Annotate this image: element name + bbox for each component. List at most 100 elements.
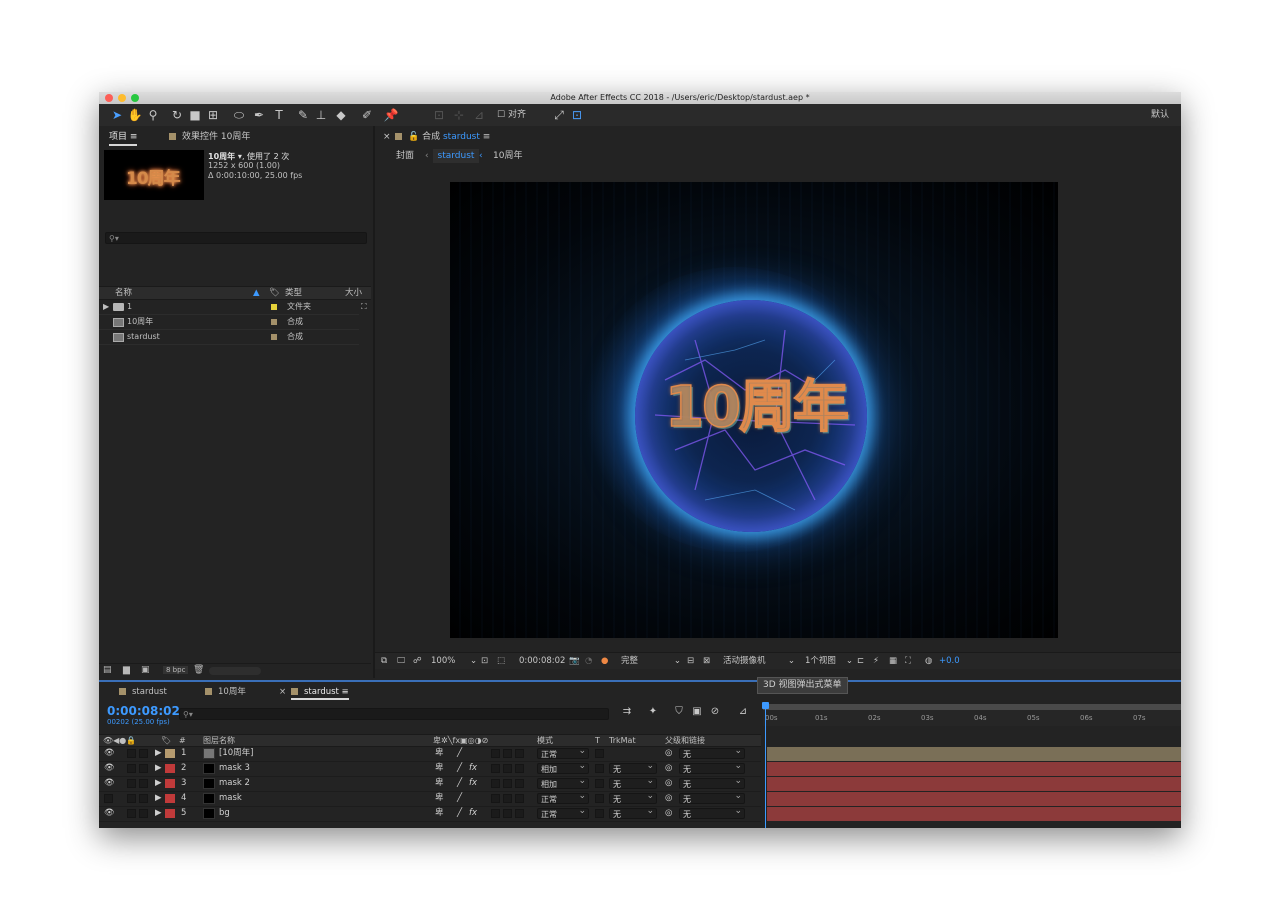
views-dropdown[interactable]: 1个视图 ⌄	[805, 653, 853, 669]
layer-label-color[interactable]	[165, 764, 175, 773]
lock-toggle[interactable]	[139, 809, 148, 818]
show-snapshot-icon[interactable]: ◔	[585, 653, 592, 669]
workspace-label[interactable]: 默认	[1151, 107, 1169, 123]
quality-switch-icon[interactable]: ╱	[457, 746, 462, 761]
layer-duration-bar[interactable]	[767, 777, 1181, 791]
layer-label-color[interactable]	[165, 749, 175, 758]
switch-box[interactable]	[503, 749, 512, 758]
switch-box[interactable]	[503, 764, 512, 773]
column-name[interactable]: 名称	[115, 287, 132, 299]
preserve-transparency-toggle[interactable]	[595, 809, 604, 818]
switch-box[interactable]	[491, 779, 500, 788]
label-tag-icon[interactable]: 🏷	[269, 287, 280, 299]
bit-depth-button[interactable]: 8 bpc	[163, 666, 189, 674]
lock-toggle[interactable]	[139, 764, 148, 773]
zoom-tool-icon[interactable]: ⚲	[145, 107, 161, 123]
solo-toggle[interactable]	[127, 764, 136, 773]
label-color-swatch[interactable]	[271, 304, 277, 310]
tab-timeline-stardust-1[interactable]: stardust	[119, 686, 167, 698]
always-preview-icon[interactable]: ⧉	[381, 653, 387, 669]
channel-rgb-icon[interactable]: ●	[601, 653, 608, 669]
layer-row[interactable]: 👁 ▶ 3 mask 2 卑 ╱ fx 相加 无 ◎ 无	[99, 776, 761, 792]
shy-switch-icon[interactable]: 卑	[435, 791, 444, 806]
switch-box[interactable]	[515, 749, 524, 758]
layer-row[interactable]: 👁 ▶ 2 mask 3 卑 ╱ fx 相加 无 ◎ 无	[99, 761, 761, 777]
breadcrumb-cover[interactable]: 封面	[396, 149, 414, 163]
column-type[interactable]: 类型	[285, 287, 302, 299]
clone-stamp-tool-icon[interactable]: ⊥	[313, 107, 329, 123]
project-item-row[interactable]: 10周年 合成	[99, 315, 359, 330]
layer-name[interactable]: mask 2	[219, 776, 250, 791]
layer-name[interactable]: mask	[219, 791, 242, 806]
visibility-eye-icon[interactable]: 👁	[104, 746, 115, 761]
flowchart-icon[interactable]: ⛶	[905, 653, 911, 669]
quality-switch-icon[interactable]: ╱	[457, 791, 462, 806]
expand-arrow-icon[interactable]: ▶	[155, 791, 162, 806]
shy-switch-icon[interactable]: 卑	[435, 776, 444, 791]
visibility-eye-icon[interactable]: 👁	[104, 761, 115, 776]
tab-effect-controls[interactable]: 效果控件 10周年	[169, 130, 250, 144]
layer-row[interactable]: ▶ 4 mask 卑 ╱ 正常 无 ◎ 无	[99, 791, 761, 807]
frame-blending-icon[interactable]: ▣	[689, 704, 705, 720]
layer-name[interactable]: mask 3	[219, 761, 250, 776]
breadcrumb-stardust[interactable]: stardust	[433, 149, 479, 163]
lock-icon[interactable]: 🔓	[408, 132, 419, 142]
layer-name[interactable]: [10周年]	[219, 746, 253, 761]
draft-3d-icon[interactable]: ✦	[645, 704, 661, 720]
comp-flowchart-icon[interactable]: ⇉	[619, 704, 635, 720]
camera-tool-icon[interactable]: ■	[187, 107, 203, 123]
expand-arrow-icon[interactable]: ▶	[155, 806, 162, 821]
shy-switch-icon[interactable]: 卑	[435, 806, 444, 821]
timeline-icon[interactable]: ▦	[889, 653, 897, 669]
time-ruler[interactable]: 00s 01s 02s 03s 04s 05s 06s 07s	[763, 704, 1181, 726]
solo-toggle[interactable]	[127, 749, 136, 758]
solo-toggle[interactable]	[127, 779, 136, 788]
trkmat-dropdown[interactable]: 无	[609, 806, 657, 819]
layer-row[interactable]: 👁 ▶ 5 bg 卑 ╱ fx 正常 无 ◎ 无	[99, 806, 761, 822]
shy-layers-icon[interactable]: ⛉	[671, 704, 687, 720]
preserve-transparency-toggle[interactable]	[595, 779, 604, 788]
fast-previews-icon[interactable]: ⊟	[687, 653, 694, 669]
blend-mode-dropdown[interactable]: 正常	[537, 806, 589, 819]
layer-name[interactable]: bg	[219, 806, 230, 821]
timeline-current-time[interactable]: 0:00:08:02	[107, 704, 180, 718]
layer-label-color[interactable]	[165, 809, 175, 818]
label-color-swatch[interactable]	[271, 334, 277, 340]
switch-box[interactable]	[491, 794, 500, 803]
resolution-dropdown[interactable]: 完整 ⌄	[621, 653, 681, 669]
pickwhip-icon[interactable]: ◎	[665, 746, 672, 761]
snap-options-icon[interactable]: ⊡	[569, 107, 585, 123]
layer-duration-bar[interactable]	[767, 747, 1181, 761]
camera-dropdown[interactable]: 活动摄像机 ⌄	[723, 653, 795, 669]
solo-toggle[interactable]	[127, 794, 136, 803]
switch-box[interactable]	[503, 794, 512, 803]
shy-switch-icon[interactable]: 卑	[435, 761, 444, 776]
expand-arrow-icon[interactable]: ▶	[155, 776, 162, 791]
view-options-icon[interactable]: ☍	[413, 653, 422, 669]
preserve-transparency-toggle[interactable]	[595, 764, 604, 773]
lock-toggle[interactable]	[139, 749, 148, 758]
transparency-grid-icon[interactable]: ⬚	[497, 653, 505, 669]
snap-icon[interactable]: ⤢	[551, 107, 567, 123]
pickwhip-icon[interactable]: ◎	[665, 776, 672, 791]
preserve-transparency-toggle[interactable]	[595, 749, 604, 758]
ellipse-tool-icon[interactable]: ⬭	[231, 107, 247, 123]
parent-dropdown[interactable]: 无	[679, 776, 745, 789]
parent-dropdown[interactable]: 无	[679, 806, 745, 819]
switch-box[interactable]	[503, 779, 512, 788]
pickwhip-icon[interactable]: ◎	[665, 791, 672, 806]
new-composition-icon[interactable]: ▣	[141, 665, 150, 675]
expand-arrow-icon[interactable]: ▶	[103, 300, 109, 314]
parent-dropdown[interactable]: 无	[679, 761, 745, 774]
blend-mode-dropdown[interactable]: 正常	[537, 791, 589, 804]
toggle-pixel-aspect-icon[interactable]: ⊏	[857, 653, 864, 669]
tab-timeline-10th[interactable]: 10周年	[205, 686, 246, 698]
switch-box[interactable]	[515, 809, 524, 818]
thumbnail-scrollbar[interactable]	[209, 667, 261, 675]
quality-switch-icon[interactable]: ╱	[457, 761, 462, 776]
trkmat-dropdown[interactable]: 无	[609, 791, 657, 804]
trkmat-dropdown[interactable]: 无	[609, 761, 657, 774]
pickwhip-icon[interactable]: ◎	[665, 761, 672, 776]
brush-tool-icon[interactable]: ✎	[295, 107, 311, 123]
type-tool-icon[interactable]: T	[271, 107, 287, 123]
